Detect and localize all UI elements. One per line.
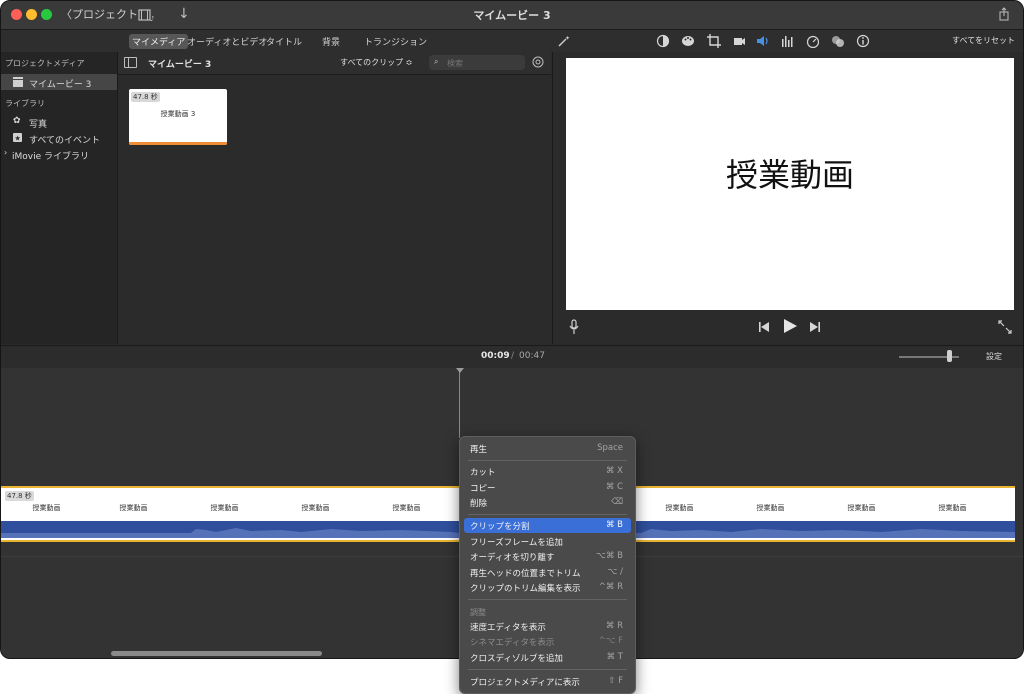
menu-item-add-cross-dissolve[interactable]: クロスディゾルブを追加 ⌘ T [464, 650, 631, 665]
menu-item-detach-audio[interactable]: オーディオを切り離す ⌥⌘ B [464, 549, 631, 564]
clip-frame: 授業動画 [179, 488, 271, 521]
reset-all-button[interactable]: すべてをリセット [952, 35, 1015, 46]
flower-icon: ✿ [13, 116, 21, 126]
menu-item-copy[interactable]: コピー ⌘ C [464, 480, 631, 495]
sidebar-item-label: 写真 [29, 120, 48, 130]
skip-forward-icon[interactable] [809, 321, 821, 333]
menu-separator [468, 460, 627, 461]
library-sidebar: プロジェクトメディア マイムービー 3 ライブラリ ✿ 写真 ★ すべてのイベン… [1, 52, 118, 344]
play-icon[interactable] [782, 318, 798, 334]
menu-separator [468, 514, 627, 515]
color-balance-icon[interactable] [656, 34, 670, 48]
sidebar-item-label: マイムービー 3 [29, 80, 92, 90]
tab-transitions[interactable]: トランジション [361, 34, 430, 49]
browser-title: マイムービー 3 [148, 60, 212, 70]
menu-item-add-freeze-frame[interactable]: フリーズフレームを追加 [464, 534, 631, 549]
preview-canvas[interactable]: 授業動画 [566, 58, 1014, 310]
share-icon[interactable] [997, 7, 1011, 21]
library-heading: ライブラリ [5, 99, 45, 108]
media-browser: マイムービー 3 すべてのクリップ ≎ ⌕ 47.8 秒 授業動画 3 [118, 52, 551, 344]
clip-duration-badge: 47.8 秒 [5, 491, 34, 501]
search-icon: ⌕ [434, 57, 439, 66]
browser-header: マイムービー 3 すべてのクリップ ≎ ⌕ [118, 52, 551, 75]
playhead[interactable] [459, 368, 460, 438]
title-bar: 〈プロジェクト ♪ ↓ マイムービー 3 [1, 1, 1023, 30]
speed-icon[interactable] [806, 34, 820, 48]
search-input[interactable] [445, 56, 524, 70]
menu-item-show-speed-editor[interactable]: 速度エディタを表示 ⌘ R [464, 619, 631, 634]
fullscreen-icon[interactable] [998, 320, 1012, 334]
sidebar-item-label: すべてのイベント [29, 136, 101, 146]
chevron-right-icon[interactable]: › [4, 148, 7, 157]
sidebar-item-project[interactable]: マイムービー 3 [1, 74, 117, 90]
clip-frame: 授業動画 [907, 488, 999, 521]
menu-item-reveal-in-project-media[interactable]: プロジェクトメディアに表示 ⇧ F [464, 674, 631, 689]
sidebar-item-label: iMovie ライブラリ [12, 152, 89, 162]
crop-icon[interactable] [707, 34, 721, 48]
menu-item-trim-to-playhead[interactable]: 再生ヘッドの位置までトリム ⌥ / [464, 565, 631, 580]
playhead-handle[interactable] [456, 368, 464, 373]
star-box-icon: ★ [13, 133, 22, 142]
clip-frame: 授業動画 [816, 488, 908, 521]
zoom-slider-knob[interactable] [947, 350, 952, 362]
main-toolbar: マイメディア オーディオとビデオ タイトル 背景 トランジション ✦ すべてをリ… [1, 30, 1023, 52]
menu-separator [468, 669, 627, 670]
tab-audio-video[interactable]: オーディオとビデオ [184, 34, 270, 49]
search-field[interactable]: ⌕ [429, 55, 525, 70]
clips-filter-select[interactable]: すべてのクリップ ≎ [340, 57, 412, 68]
microphone-icon[interactable] [569, 319, 579, 335]
clip-frame: 授業動画 [725, 488, 817, 521]
tab-titles[interactable]: タイトル [263, 34, 305, 49]
clip-context-menu: 再生 Space カット ⌘ X コピー ⌘ C 削除 ⌫ クリップを分割 ⌘ B フリー… [459, 436, 636, 694]
svg-text:★: ★ [15, 135, 21, 143]
menu-item-split-clip[interactable]: クリップを分割 ⌘ B [464, 518, 631, 533]
sidebar-toggle-icon[interactable] [124, 57, 137, 68]
clip-title: 授業動画 3 [160, 110, 196, 118]
sidebar-item-all-events[interactable]: ★ すべてのイベント [1, 130, 117, 146]
total-timecode: 00:47 [519, 351, 545, 361]
sidebar-item-photos[interactable]: ✿ 写真 [1, 114, 117, 130]
svg-text:✦: ✦ [565, 35, 570, 42]
clip-frame: 授業動画 [634, 488, 726, 521]
timeline-settings-button[interactable]: 設定 [986, 351, 1002, 362]
timecode-separator: / [511, 351, 515, 361]
timeline-header: 00:09 / 00:47 設定 [1, 345, 1023, 369]
menu-item-delete[interactable]: 削除 ⌫ [464, 495, 631, 510]
menu-item-show-cinematic-editor: シネマエディタを表示 ^⌥ F [470, 636, 623, 648]
clip-frame [998, 488, 1015, 521]
clapboard-icon [13, 77, 23, 87]
tab-backgrounds[interactable]: 背景 [319, 34, 343, 49]
clip-thumbnail[interactable]: 47.8 秒 授業動画 3 [129, 89, 227, 145]
menu-item-show-clip-trimmer[interactable]: クリップのトリム編集を表示 ^⌘ R [464, 580, 631, 595]
tab-my-media[interactable]: マイメディア [129, 34, 189, 49]
stabilization-icon[interactable] [732, 34, 746, 48]
timeline-horizontal-scrollbar[interactable] [111, 651, 322, 656]
magic-wand-icon[interactable]: ✦ [557, 34, 571, 48]
menu-section-adjust: 調整 [470, 608, 486, 617]
preview-title-text: 授業動画 [725, 156, 854, 194]
project-media-heading: プロジェクトメディア [5, 59, 85, 68]
info-icon[interactable] [856, 34, 870, 48]
viewer-panel: 授業動画 [552, 52, 1023, 344]
menu-item-cut[interactable]: カット ⌘ X [464, 464, 631, 479]
noise-eq-icon[interactable] [781, 34, 795, 48]
browser-settings-icon[interactable] [532, 56, 544, 68]
window-title: マイムービー 3 [473, 9, 551, 22]
skip-back-icon[interactable] [758, 321, 770, 333]
filter-icon[interactable] [831, 34, 845, 48]
clip-frame: 授業動画 [361, 488, 453, 521]
clip-frame: 授業動画 [270, 488, 362, 521]
clip-duration-badge: 47.8 秒 [131, 92, 160, 102]
clip-used-bar [129, 142, 227, 145]
current-timecode: 00:09 [481, 351, 510, 361]
volume-icon[interactable] [756, 34, 770, 48]
sidebar-item-imovie-library[interactable]: › iMovie ライブラリ [1, 146, 117, 162]
color-palette-icon[interactable] [681, 34, 695, 48]
clip-frame: 授業動画 [88, 488, 180, 521]
menu-item-play[interactable]: 再生 Space [464, 441, 631, 456]
menu-separator [468, 599, 627, 600]
